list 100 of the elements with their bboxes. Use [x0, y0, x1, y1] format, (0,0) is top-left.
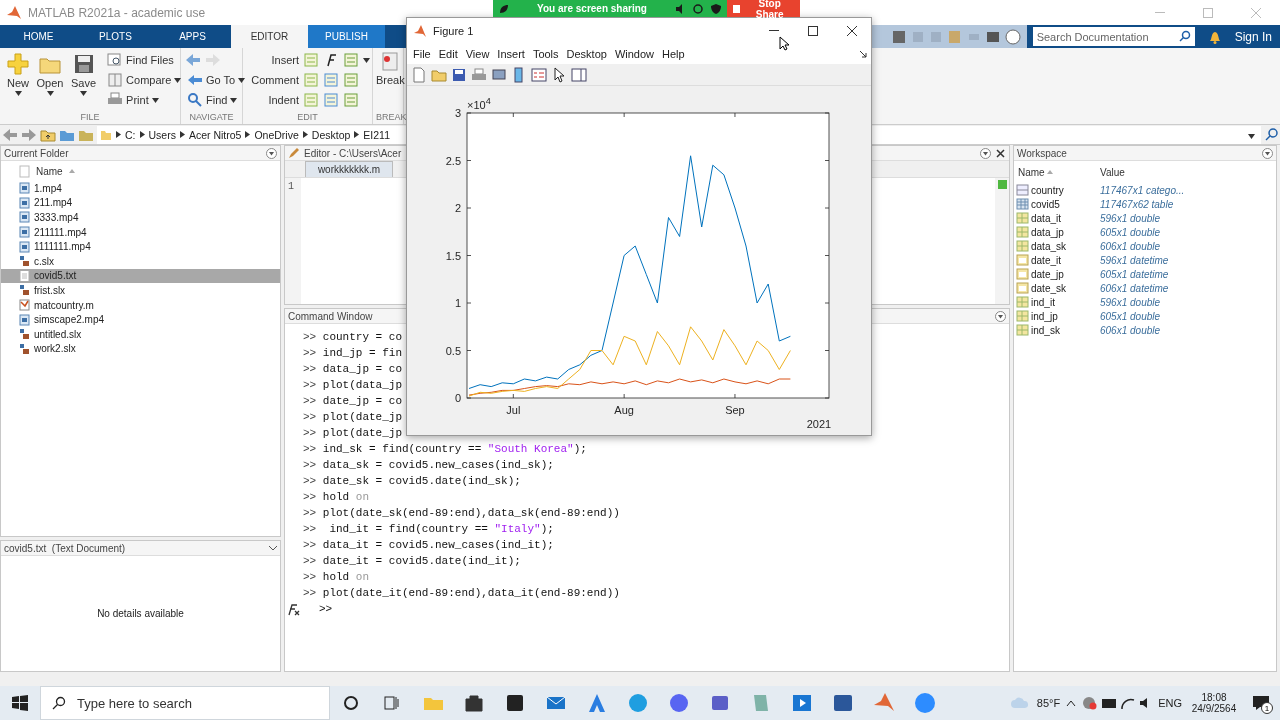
back-arrow-icon[interactable] — [2, 126, 18, 143]
maximize-icon — [807, 25, 818, 36]
dropdown-icon[interactable] — [1262, 147, 1273, 159]
print-button[interactable] — [471, 66, 487, 83]
column-header[interactable]: Name — [36, 165, 63, 177]
file-row[interactable]: 1111111.mp4 — [1, 239, 280, 254]
file-tab[interactable]: workkkkkkk.m — [305, 161, 393, 177]
file-row[interactable]: 211.mp4 — [1, 195, 280, 211]
text-file-icon — [19, 269, 30, 282]
menu-item[interactable]: Insert — [493, 47, 529, 60]
model-file-icon — [19, 284, 30, 297]
group-label: EDIT — [296, 112, 319, 124]
file-row[interactable]: frist.slx — [1, 283, 280, 298]
ribbon-button[interactable]: Save — [68, 50, 100, 112]
breadcrumb[interactable]: EI211 — [363, 128, 390, 141]
circle-icon — [342, 695, 359, 711]
file-row[interactable]: simscape2.mp4 — [1, 312, 280, 327]
ribbon-tab[interactable]: HOME — [0, 25, 77, 48]
variable-name: country — [1031, 184, 1064, 196]
dropdown-icon[interactable] — [266, 147, 277, 159]
file-row[interactable]: c.slx — [1, 253, 280, 269]
menu-item[interactable]: Help — [658, 47, 689, 60]
video-file-icon — [19, 182, 30, 195]
ribbon-button[interactable]: Go To — [185, 71, 248, 89]
dropdown-icon[interactable] — [995, 310, 1006, 322]
ribbon-tab[interactable]: PLOTS — [77, 25, 154, 48]
ribbon-button[interactable]: Find — [185, 91, 248, 109]
maximize-icon — [1203, 7, 1213, 18]
ribbon-button[interactable]: Indent — [247, 94, 299, 106]
ribbon-button[interactable]: Find Files — [105, 51, 184, 69]
sign-in-link[interactable]: Sign In — [1228, 29, 1280, 44]
file-row[interactable]: 3333.mp4 — [1, 210, 280, 225]
tick-label: 0.5 — [445, 344, 461, 357]
search-field[interactable]: Search Documentation — [1032, 27, 1195, 46]
variable-value: 605x1 double — [1100, 310, 1161, 322]
file-row[interactable]: untitled.slx — [1, 326, 280, 342]
breadcrumb[interactable]: OneDrive — [254, 128, 299, 141]
matrix-icon — [1016, 296, 1029, 308]
breadcrumb[interactable]: Acer Nitro5 — [188, 128, 242, 141]
ribbon-tab[interactable]: PUBLISH — [308, 25, 385, 48]
command-line: >> data_sk = covid5.new_cases(ind_sk); — [303, 458, 554, 473]
column-header[interactable]: Value — [1100, 166, 1125, 178]
breadcrumb-arrow-icon — [354, 131, 360, 138]
breadcrumb[interactable]: Desktop — [311, 128, 351, 141]
dropdown-icon[interactable] — [980, 147, 991, 159]
ribbon-button[interactable]: Insert — [247, 54, 299, 66]
stop-share-button[interactable]: Stop Share — [727, 0, 800, 17]
details-message: No details available — [97, 608, 184, 619]
file-row[interactable]: matcountry.m — [1, 297, 280, 313]
file-row[interactable]: 211111.mp4 — [1, 224, 280, 240]
windows-logo-icon — [12, 695, 28, 711]
breadcrumb-arrow-icon — [139, 131, 145, 138]
ribbon-button[interactable]: Open — [34, 50, 66, 112]
forward-arrow-icon[interactable] — [21, 126, 37, 143]
tick-label: Sep — [725, 404, 745, 416]
back-arrow-icon[interactable] — [185, 52, 201, 68]
menu-item[interactable]: View — [461, 47, 494, 60]
language-indicator[interactable]: ENG — [1158, 697, 1182, 709]
breadcrumb[interactable]: Users — [148, 128, 176, 141]
ribbon-button[interactable]: Print — [105, 91, 184, 109]
compare-icon — [107, 72, 124, 88]
command-line: >> data_jp = co — [303, 362, 403, 377]
new-figure-button[interactable] — [411, 66, 427, 83]
panel-title: covid5.txt (Text Document) — [4, 542, 126, 554]
breadcrumb[interactable]: C: — [125, 128, 136, 141]
taskbar-search-field[interactable]: Type here to search — [40, 686, 330, 720]
ribbon-button[interactable]: Break — [376, 50, 405, 112]
menu-item[interactable]: Edit — [434, 47, 462, 60]
edit-tool-icon[interactable] — [343, 92, 359, 108]
ribbon-button[interactable]: Comment — [247, 74, 299, 86]
pointer-button[interactable] — [551, 66, 567, 83]
search-icon[interactable] — [1264, 126, 1280, 143]
search-icon — [187, 92, 203, 108]
command-line: >> date_jp = co — [303, 394, 403, 409]
menu-item[interactable]: Tools — [528, 47, 563, 60]
clock-time: 18:08 — [1201, 692, 1227, 703]
file-row[interactable]: 1.mp4 — [1, 181, 280, 196]
notification-button[interactable]: 1 — [1246, 688, 1276, 718]
ribbon-button[interactable]: New — [4, 50, 32, 112]
column-header[interactable]: Name — [1018, 166, 1045, 178]
save-button[interactable] — [451, 66, 467, 83]
property-button[interactable] — [571, 66, 587, 83]
ribbon-tab[interactable]: APPS — [154, 25, 231, 48]
edit-tool-icon[interactable] — [323, 92, 339, 108]
command-line: >> ind_it = find(country == "Italy"); — [303, 522, 554, 537]
variable-name: covid5 — [1031, 198, 1060, 210]
search-icon — [52, 696, 66, 710]
group-label: NAVIGATE — [188, 112, 235, 124]
command-line: >> hold on — [303, 490, 369, 505]
file-row[interactable]: covid5.txt — [1, 268, 280, 284]
close-icon[interactable] — [995, 147, 1006, 159]
ribbon-tab[interactable]: EDITOR — [231, 25, 308, 48]
file-row[interactable]: work2.slx — [1, 341, 280, 357]
menu-item[interactable]: File — [409, 47, 435, 60]
menu-item[interactable]: Desktop — [562, 47, 611, 60]
sort-caret-icon — [68, 169, 75, 173]
ribbon-button[interactable]: Compare — [105, 71, 184, 89]
link-button[interactable] — [491, 66, 507, 83]
menu-item[interactable]: Window — [610, 47, 659, 60]
variable-name: ind_sk — [1031, 324, 1060, 336]
